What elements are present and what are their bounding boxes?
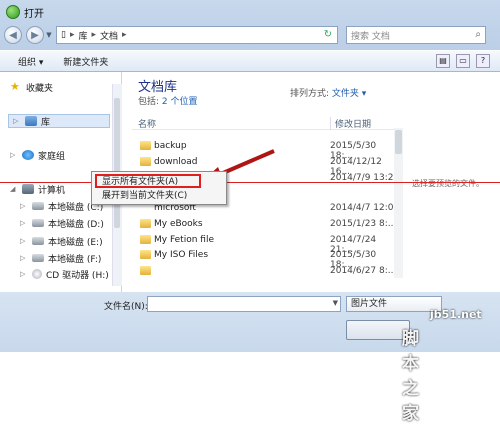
menu-item-expand-to-current[interactable]: 展开到当前文件夹(C) — [102, 189, 187, 203]
filetype-select[interactable]: 图片文件 — [346, 296, 442, 312]
menu-item-show-all-folders[interactable]: 显示所有文件夹(A) — [102, 175, 178, 189]
context-menu: 显示所有文件夹(A) 展开到当前文件夹(C) — [91, 171, 227, 205]
watermark-url: jb51.net — [430, 308, 482, 321]
chevron-down-icon[interactable]: ▼ — [333, 299, 338, 307]
filename-label: 文件名(N): — [104, 302, 148, 312]
open-dialog: 打开 ◀ ▶ ▼ ▯ ▸ 库 ▸ 文档 ▸ ↻ 搜索 文档 ⌕ 组织 ▾ 新建文… — [0, 0, 500, 424]
open-button[interactable] — [346, 320, 410, 340]
filename-input[interactable]: ▼ — [147, 296, 341, 312]
watermark-text: 脚本之家 — [402, 329, 419, 424]
